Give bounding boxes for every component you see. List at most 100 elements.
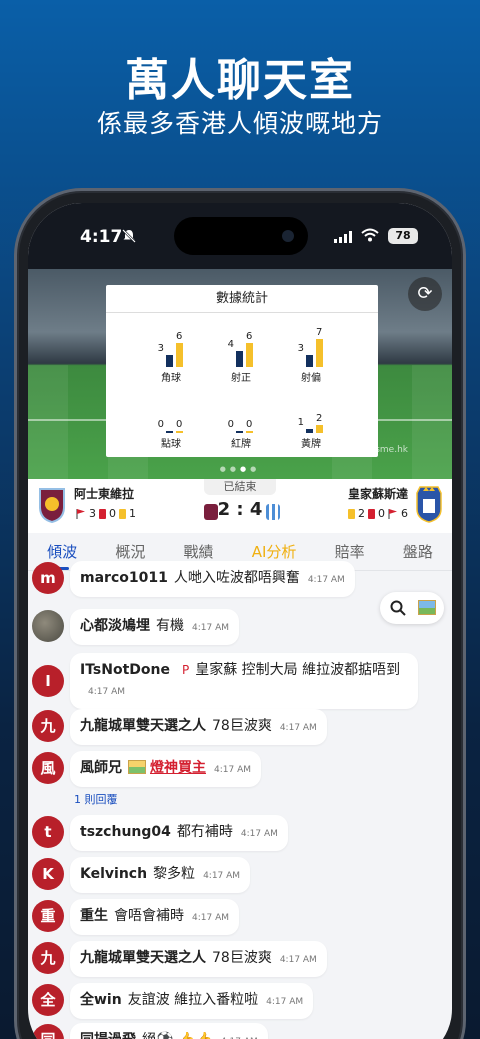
away-stats: 2 0 6 <box>348 507 408 520</box>
stat-bar-away <box>176 431 183 433</box>
stat-bars: 12 <box>276 391 346 433</box>
away-yellow-cards: 2 <box>358 507 365 520</box>
search-icon[interactable] <box>390 600 406 616</box>
message-time: 4:17 AM <box>240 829 278 839</box>
stat-bars: 00 <box>206 391 276 433</box>
user-avatar[interactable]: 重 <box>32 900 64 932</box>
message-time: 4:17 AM <box>279 955 317 965</box>
carousel-dot[interactable]: ● <box>250 465 260 473</box>
stat-bar-home <box>236 431 243 433</box>
stat-value-away: 0 <box>176 419 183 430</box>
message-username[interactable]: 九龍城單雙天選之人 <box>80 950 206 966</box>
user-avatar[interactable]: t <box>32 816 64 848</box>
stat-label: 黃牌 <box>301 439 321 450</box>
message-time: 4:17 AM <box>192 623 229 633</box>
stat-item: 0 0 紅牌 <box>206 391 276 451</box>
user-avatar[interactable]: I <box>32 665 64 697</box>
home-red-cards: 0 <box>109 507 116 520</box>
user-avatar[interactable] <box>32 610 64 642</box>
message-username[interactable]: 同場過飛 <box>80 1032 136 1039</box>
user-avatar[interactable]: 全 <box>32 984 64 1016</box>
message-username[interactable]: ITsNotDone <box>80 662 170 678</box>
away-team-name[interactable]: 皇家蘇斯達 <box>348 485 408 502</box>
user-avatar[interactable]: 九 <box>32 710 64 742</box>
chat-list[interactable]: m marco1011 人哋入咗波都唔興奮 4:17 AM 心都淡鳩埋 有機 4:17 AM… <box>28 561 452 1039</box>
message-text: 絕⚽ 👍👍 <box>142 1032 213 1039</box>
stat-label: 點球 <box>161 439 181 450</box>
message-bubble: 風師兄 燈神買主 4:17 AM <box>70 751 261 787</box>
stat-label: 紅牌 <box>231 439 251 450</box>
home-stats: 3 0 1 <box>76 507 136 520</box>
refresh-icon: ⟳ <box>417 283 433 304</box>
message-text: 人哋入咗波都唔興奮 <box>173 570 300 586</box>
message-username[interactable]: 風師兄 <box>80 760 122 776</box>
message-bubble: 同場過飛絕⚽ 👍👍4:17 AM <box>70 1023 268 1039</box>
score-bar: 阿士東維拉 3 0 1 已結束 2 : 4 皇家蘇斯達 2 0 6 <box>28 479 452 533</box>
home-team-name[interactable]: 阿士東維拉 <box>74 485 134 502</box>
carousel-dots[interactable]: ●●●● <box>28 465 452 473</box>
stat-bar-away <box>246 343 253 367</box>
message-username[interactable]: tszchung04 <box>80 824 171 840</box>
gallery-icon[interactable] <box>418 600 436 615</box>
pitch-stripe <box>28 365 68 479</box>
red-card-icon <box>368 508 375 519</box>
message-text: 黎多粒 <box>153 866 196 882</box>
message-bubble: 心都淡鳩埋 有機 4:17 AM <box>70 609 239 645</box>
message-username[interactable]: 全win <box>80 992 122 1008</box>
message-time: 4:17 AM <box>279 723 317 733</box>
stat-bar-home <box>236 351 243 367</box>
message-username[interactable]: 心都淡鳩埋 <box>80 618 150 634</box>
carousel-dot[interactable]: ● <box>240 465 250 473</box>
message-username[interactable]: Kelvinch <box>80 866 147 882</box>
home-corners: 3 <box>89 507 96 520</box>
red-card-icon <box>99 508 106 519</box>
message-text: 會唔會補時 <box>114 908 184 924</box>
message-text: 都冇補時 <box>176 824 233 840</box>
stats-title: 數據統計 <box>106 285 378 313</box>
message-username[interactable]: 九龍城單雙天選之人 <box>80 718 206 734</box>
message-text: 友誼波 維拉入番粒啦 <box>127 992 259 1008</box>
message-bubble: 九龍城單雙天選之人 78巨波爽 4:17 AM <box>70 941 327 977</box>
message-username[interactable]: marco1011 <box>80 570 168 586</box>
stat-label: 射偏 <box>301 373 321 384</box>
floating-tools <box>380 592 444 624</box>
user-avatar[interactable]: 同 <box>32 1024 64 1039</box>
user-avatar[interactable]: 風 <box>32 752 64 784</box>
message-bubble: 九龍城單雙天選之人 78巨波爽 4:17 AM <box>70 709 327 745</box>
carousel-dot[interactable]: ● <box>220 465 230 473</box>
user-avatar[interactable]: K <box>32 858 64 890</box>
tab-5[interactable]: 盤路 <box>403 541 433 566</box>
message-text: 78巨波爽 <box>212 950 272 966</box>
away-corners: 6 <box>401 507 408 520</box>
refresh-button[interactable]: ⟳ <box>408 277 442 311</box>
stat-item: 3 6 角球 <box>136 325 206 385</box>
promo-title: 萬人聊天室 <box>125 55 355 106</box>
phone-screen: 4:17 78 數據統計 3 6 角球 4 6 射正 3 7 射偏 0 0 點球 0 0 紅牌 1 2 黃牌 <box>28 203 452 1039</box>
promo-subtitle: 係最多香港人傾波嘅地方 <box>96 109 383 138</box>
user-avatar[interactable]: m <box>32 562 64 594</box>
reply-count-link[interactable]: 1 則回覆 <box>74 791 118 807</box>
message-time: 4:17 AM <box>88 687 125 697</box>
stat-value-home: 0 <box>227 419 234 430</box>
stat-value-away: 7 <box>316 327 323 338</box>
stat-bar-home <box>166 431 173 433</box>
stat-bar-home <box>306 429 313 433</box>
stat-item: 4 6 射正 <box>206 325 276 385</box>
signal-icon <box>334 231 352 243</box>
stat-bar-home <box>166 355 173 367</box>
message-username[interactable]: 重生 <box>80 908 108 924</box>
user-badge: P <box>181 663 190 677</box>
gift-image-icon <box>128 760 146 774</box>
user-avatar[interactable]: 九 <box>32 942 64 974</box>
message-link[interactable]: 燈神買主 <box>150 760 206 776</box>
stat-value-home: 3 <box>297 343 304 354</box>
status-bar: 4:17 78 <box>28 203 452 269</box>
stat-bar-away <box>316 425 323 433</box>
watermark: osme.hk <box>369 445 408 455</box>
stat-label: 射正 <box>231 373 251 384</box>
message-bubble: marco1011 人哋入咗波都唔興奮 4:17 AM <box>70 561 355 597</box>
pitch-stripe <box>412 365 452 479</box>
carousel-dot[interactable]: ● <box>230 465 240 473</box>
yellow-card-icon <box>348 508 355 519</box>
dynamic-island <box>174 217 308 255</box>
